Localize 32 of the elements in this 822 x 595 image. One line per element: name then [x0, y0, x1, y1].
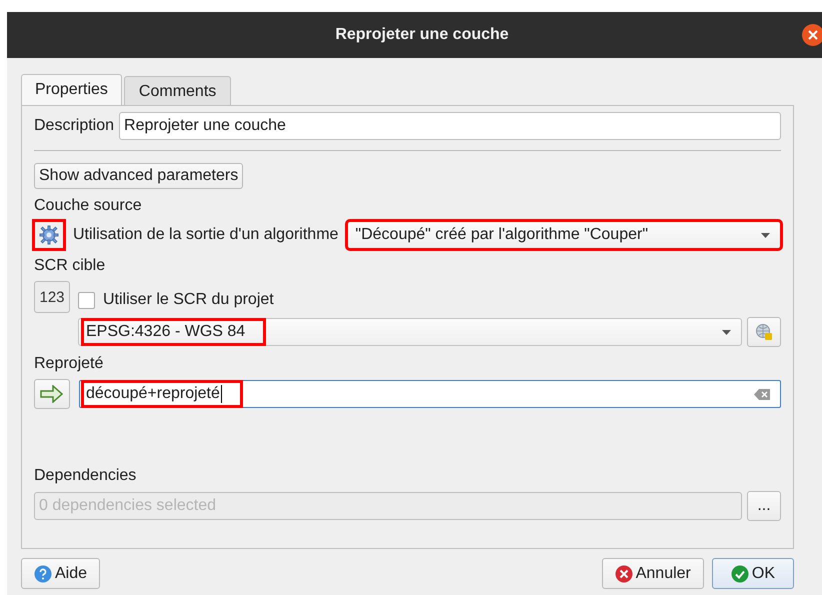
number-button[interactable]: 123: [34, 281, 70, 313]
tab[interactable]: Properties: [21, 74, 122, 105]
check-icon: [730, 564, 749, 582]
cancel-icon: [614, 564, 633, 582]
help-icon: [34, 564, 52, 582]
dependencies-label: Dependencies: [34, 467, 136, 485]
help-button[interactable]: Aide: [21, 558, 100, 589]
source-dropdown[interactable]: "Découpé" créé par l'algorithme "Couper": [347, 221, 781, 249]
crs-label: SCR cible: [34, 257, 106, 275]
source-label: Couche source: [34, 197, 142, 215]
description-field[interactable]: Reprojeter une couche: [119, 112, 781, 140]
ok-button[interactable]: OK: [712, 558, 794, 589]
gear-icon[interactable]: [34, 221, 64, 249]
globe-icon: [755, 323, 773, 341]
checkbox[interactable]: [78, 292, 95, 308]
globe-button[interactable]: [747, 317, 781, 347]
browse-button[interactable]: ...: [747, 491, 781, 521]
caret-icon: [761, 232, 770, 238]
window-title: Reprojeter une couche: [335, 26, 509, 44]
arrow-button[interactable]: [34, 379, 70, 409]
output-label: Reprojeté: [34, 355, 104, 373]
output-field[interactable]: découpé+reprojeté: [79, 380, 781, 408]
tab[interactable]: Comments: [124, 76, 232, 105]
cancel-button[interactable]: Annuler: [602, 558, 704, 589]
caret-icon: [722, 330, 731, 334]
description-label: Description: [34, 117, 114, 135]
clear-icon[interactable]: [754, 388, 770, 400]
checkbox-label: Utiliser le SCR du projet: [103, 291, 274, 309]
crs-dropdown[interactable]: EPSG:4326 - WGS 84: [78, 318, 742, 346]
advanced-parameters-button[interactable]: Show advanced parameters: [34, 163, 244, 189]
source-mode-label: Utilisation de la sortie d'un algorithme: [73, 226, 338, 244]
close-icon[interactable]: [802, 24, 822, 46]
